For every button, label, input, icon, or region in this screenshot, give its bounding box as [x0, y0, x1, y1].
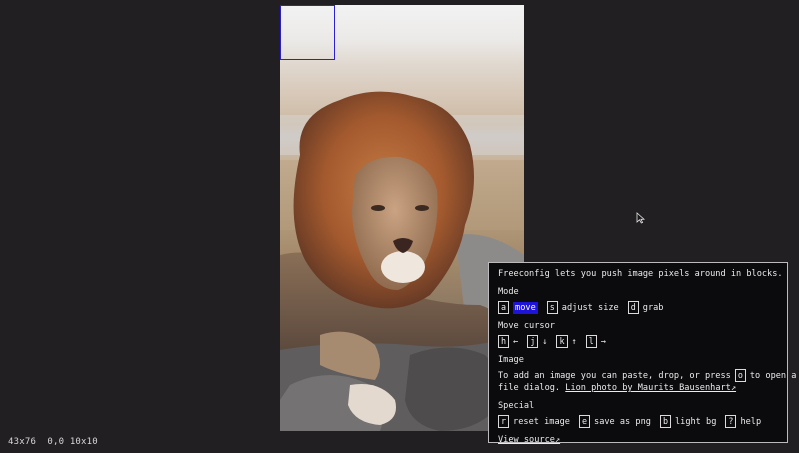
- key-s[interactable]: s: [546, 301, 558, 314]
- save-as-png-label[interactable]: save as png: [594, 416, 651, 428]
- key-d[interactable]: d: [627, 301, 639, 314]
- arrow-right-icon: →: [600, 336, 606, 347]
- key-j[interactable]: j: [527, 335, 539, 348]
- special-heading: Special: [498, 401, 535, 411]
- key-l[interactable]: l: [585, 335, 597, 348]
- canvas-stage[interactable]: 43x76 0,0 10x10 Freeconfig lets you push…: [0, 0, 799, 453]
- key-e[interactable]: e: [578, 415, 591, 428]
- special-row: r reset image e save as png b light bg ?…: [498, 415, 778, 428]
- status-bar: 43x76 0,0 10x10: [8, 437, 98, 447]
- key-h[interactable]: h: [498, 335, 510, 348]
- key-question[interactable]: ?: [725, 415, 737, 428]
- key-o[interactable]: o: [734, 369, 746, 382]
- key-r[interactable]: r: [498, 415, 510, 428]
- mode-move[interactable]: move: [513, 301, 538, 314]
- image-text-line2: file dialog.: [498, 383, 561, 393]
- view-source-link[interactable]: View source↗: [498, 435, 560, 445]
- move-cursor-row: h ← j ↓ k ↑ l →: [498, 335, 778, 348]
- help-panel: Freeconfig lets you push image pixels ar…: [488, 262, 796, 445]
- image-text-before: To add an image you can paste, drop, or …: [498, 370, 731, 381]
- light-bg-label[interactable]: light bg: [675, 416, 716, 428]
- arrow-up-icon: ↑: [571, 336, 577, 347]
- reset-image-label[interactable]: reset image: [513, 416, 570, 428]
- cursor-info: 0,0 10x10: [47, 437, 98, 447]
- key-b[interactable]: b: [659, 415, 671, 428]
- mode-row: a move s adjust size d grab: [498, 301, 778, 314]
- image-size: 43x76: [8, 437, 37, 447]
- mode-grab[interactable]: grab: [643, 302, 664, 314]
- image-text-line-2: file dialog. Lion photo by Maurits Bause…: [498, 382, 778, 394]
- image-text-line-1: To add an image you can paste, drop, or …: [498, 369, 796, 382]
- image-text-after: to open a: [749, 370, 797, 381]
- key-k[interactable]: k: [556, 335, 568, 348]
- mode-adjust-size[interactable]: adjust size: [562, 302, 619, 314]
- help-label[interactable]: help: [740, 416, 761, 428]
- mode-heading: Mode: [498, 287, 519, 297]
- arrow-down-icon: ↓: [542, 336, 548, 347]
- help-intro: Freeconfig lets you push image pixels ar…: [498, 269, 783, 279]
- move-cursor-heading: Move cursor: [498, 321, 555, 331]
- photo-credit-link[interactable]: Lion photo by Maurits Bausenhart↗: [565, 383, 736, 393]
- selection-block: [280, 5, 335, 60]
- mouse-pointer-icon: [636, 212, 646, 224]
- arrow-left-icon: ←: [513, 336, 519, 347]
- key-a[interactable]: a: [498, 301, 510, 314]
- image-heading: Image: [498, 355, 524, 365]
